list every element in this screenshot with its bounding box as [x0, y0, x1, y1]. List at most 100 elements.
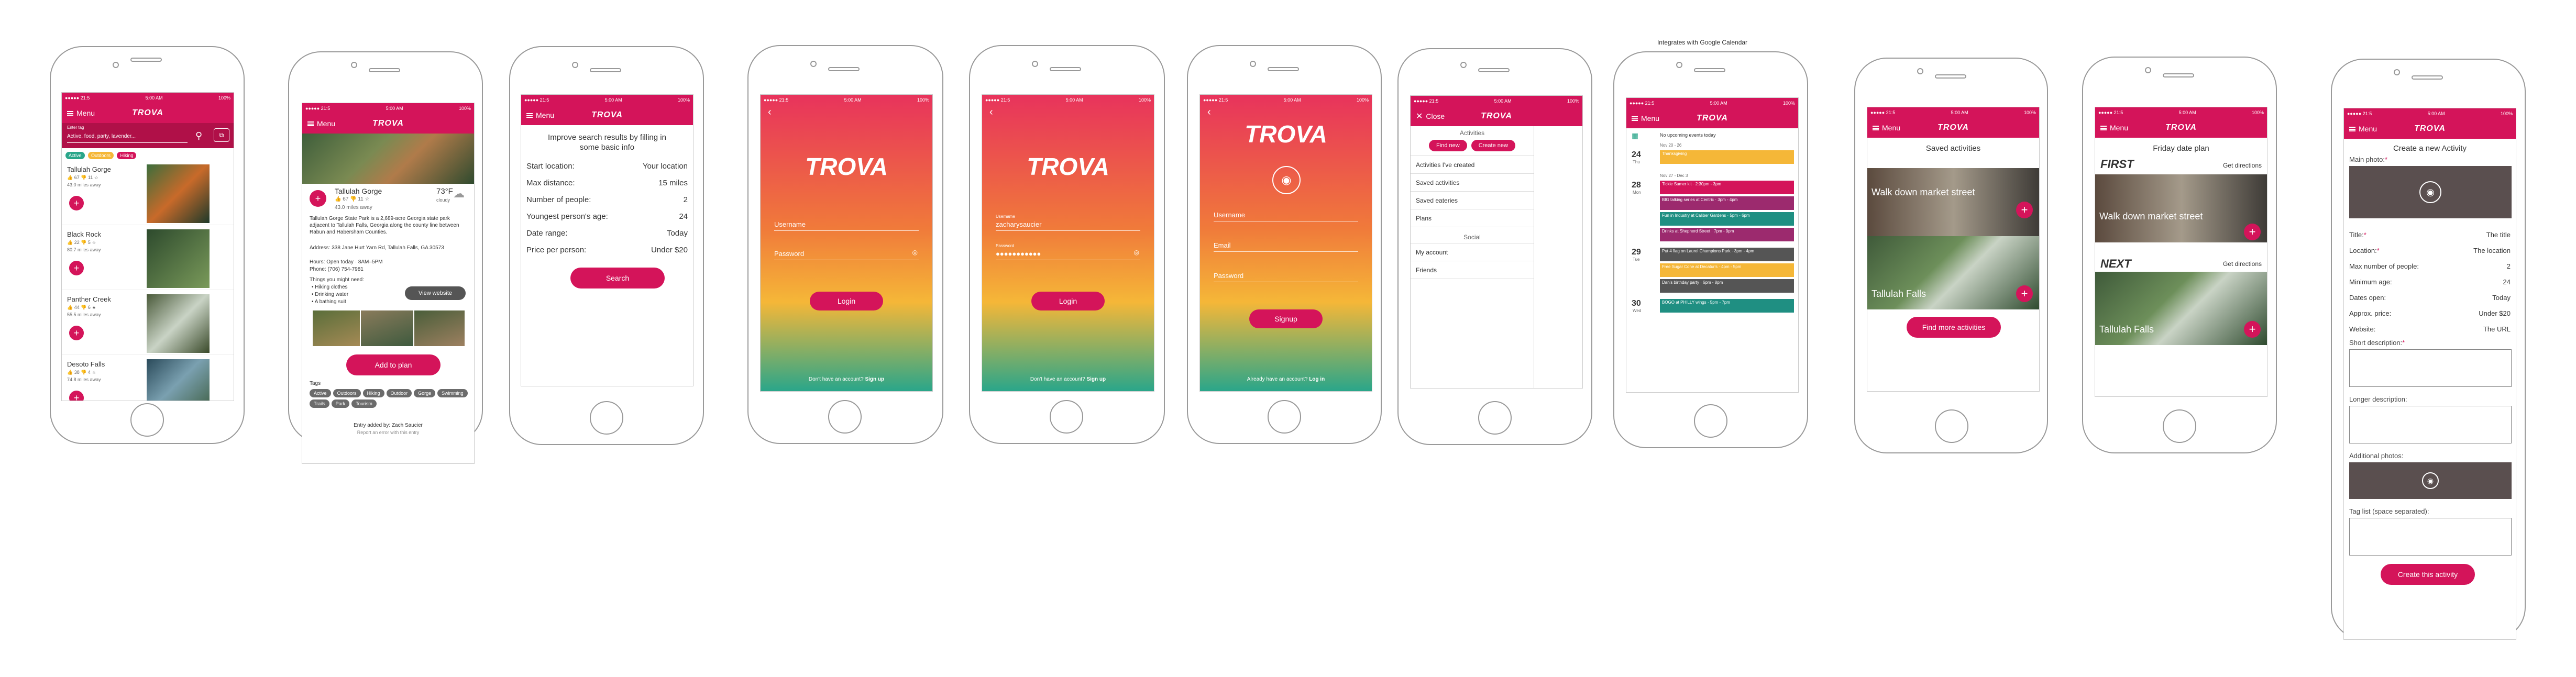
view-website-button[interactable]: View website — [405, 286, 466, 300]
activity-card[interactable]: Walk down market street — [2095, 174, 2267, 242]
calendar-event[interactable]: Dan's birthday party · 6pm - 8pm — [1660, 279, 1794, 293]
password-field[interactable]: ●●●●●●●●●●● — [996, 250, 1140, 260]
tag-chip[interactable]: Active — [310, 389, 331, 397]
create-new-button[interactable]: Create new — [1471, 140, 1515, 151]
menu-button[interactable]: Menu — [1632, 114, 1659, 123]
list-item[interactable]: Panther Creek 👍 44 👎 6 ★ 55.5 miles away… — [62, 292, 234, 355]
add-plus-button[interactable]: + — [69, 196, 84, 210]
tag-list-input[interactable] — [2349, 518, 2512, 556]
username-field[interactable]: Username — [1214, 211, 1358, 221]
tag-chip[interactable]: Swimming — [437, 389, 468, 397]
login-link[interactable]: Log in — [1309, 376, 1325, 382]
add-plus-button[interactable]: + — [2244, 321, 2261, 338]
add-plus-button[interactable]: + — [2244, 224, 2261, 240]
chip-active[interactable]: Active — [65, 152, 85, 159]
field-row[interactable]: Dates open: Today — [2344, 290, 2516, 305]
chip-hiking[interactable]: Hiking — [117, 152, 137, 159]
calendar-event[interactable]: Fun in Industry at Caliber Gardens · 5pm… — [1660, 212, 1794, 226]
field-row[interactable]: Location:* The location — [2344, 242, 2516, 258]
longer-description-input[interactable] — [2349, 406, 2512, 443]
field-row[interactable]: Max number of people: 2 — [2344, 258, 2516, 274]
report-link[interactable]: Report an error with this entry — [302, 430, 474, 435]
add-plus-button[interactable]: + — [69, 391, 84, 401]
menu-item-friends[interactable]: Friends — [1411, 261, 1534, 279]
close-button[interactable]: ✕ Close — [1416, 111, 1445, 121]
field-row[interactable]: Approx. price: Under $20 — [2344, 305, 2516, 321]
add-to-plan-button[interactable]: Add to plan — [346, 354, 441, 375]
signup-link[interactable]: Sign up — [1086, 376, 1106, 382]
chip-outdoors[interactable]: Outdoors — [87, 152, 114, 159]
additional-photos-upload[interactable]: ◉ — [2349, 462, 2512, 499]
menu-item-account[interactable]: My account — [1411, 243, 1534, 261]
preference-row[interactable]: Number of people: 2 — [521, 191, 693, 208]
menu-button[interactable]: Menu — [1873, 124, 1900, 132]
menu-item-saved-eateries[interactable]: Saved eateries — [1411, 192, 1534, 209]
field-row[interactable]: Minimum age: 24 — [2344, 274, 2516, 290]
add-plus-button[interactable]: + — [69, 326, 84, 340]
filter-icon[interactable]: ⧉ — [214, 128, 229, 142]
list-item[interactable]: Desoto Falls 👍 38 👎 4 ☆ 74.8 miles away … — [62, 357, 234, 401]
tag-chip[interactable]: Outdoor — [386, 389, 412, 397]
tag-chip[interactable]: Tourism — [351, 399, 377, 408]
calendar-event[interactable]: Free Sugar Cone at Decatur's · 4pm - 5pm — [1660, 263, 1794, 277]
find-more-button[interactable]: Find more activities — [1907, 317, 2001, 338]
calendar-event[interactable]: Drinks at Shepherd Street · 7pm - 9pm — [1660, 228, 1794, 241]
menu-button[interactable]: Menu — [307, 119, 335, 128]
list-item[interactable]: Black Rock 👍 22 👎 5 ☆ 80.7 miles away + — [62, 227, 234, 290]
back-arrow-icon[interactable]: ‹ — [989, 106, 993, 118]
field-row[interactable]: Website: The URL — [2344, 321, 2516, 337]
username-field[interactable]: zacharysaucier — [996, 220, 1140, 231]
signup-button[interactable]: Signup — [1249, 309, 1323, 328]
list-item[interactable]: Tallulah Gorge 👍 67 👎 11 ☆ 43.0 miles aw… — [62, 162, 234, 225]
preference-row[interactable]: Price per person: Under $20 — [521, 241, 693, 258]
login-button[interactable]: Login — [1031, 292, 1105, 310]
email-field[interactable]: Email — [1214, 241, 1358, 252]
calendar-event[interactable]: Thanksgiving — [1660, 150, 1794, 164]
create-activity-button[interactable]: Create this activity — [2381, 564, 2475, 585]
tag-chip[interactable]: Trails — [310, 399, 329, 408]
search-input[interactable]: Active, food, party, lavender... — [67, 131, 188, 143]
activity-card[interactable]: Walk down market street — [1867, 168, 2039, 236]
main-photo-upload[interactable]: ◉ — [2349, 166, 2512, 218]
tag-chip[interactable]: Gorge — [414, 389, 436, 397]
preference-row[interactable]: Start location: Your location — [521, 158, 693, 174]
search-button[interactable]: Search — [570, 268, 665, 288]
calendar-event[interactable]: BOGO at PHILLY wings · 5pm - 7pm — [1660, 299, 1794, 313]
activity-card[interactable]: Tallulah Falls — [2095, 272, 2267, 345]
menu-item-created[interactable]: Activities I've created — [1411, 156, 1534, 174]
login-button[interactable]: Login — [810, 292, 883, 310]
calendar-event[interactable]: Tickle Sumer kit · 2:30pm - 3pm — [1660, 181, 1794, 194]
activity-card[interactable]: Tallulah Falls — [1867, 236, 2039, 309]
add-photo-button[interactable]: ◉ — [1272, 166, 1301, 194]
menu-button[interactable]: Menu — [526, 111, 554, 119]
password-field[interactable]: Password — [774, 250, 919, 260]
directions-link[interactable]: Get directions — [2223, 162, 2262, 169]
preference-row[interactable]: Youngest person's age: 24 — [521, 208, 693, 225]
menu-item-plans[interactable]: Plans — [1411, 209, 1534, 227]
preference-row[interactable]: Date range: Today — [521, 225, 693, 241]
menu-item-saved-activities[interactable]: Saved activities — [1411, 174, 1534, 192]
eye-icon[interactable]: ◎ — [1134, 249, 1139, 256]
tag-chip[interactable]: Hiking — [362, 389, 384, 397]
add-plus-button[interactable]: + — [69, 261, 84, 275]
menu-button[interactable]: Menu — [2100, 124, 2128, 132]
eye-icon[interactable]: ◎ — [912, 249, 918, 256]
tag-chip[interactable]: Outdoors — [333, 389, 361, 397]
back-arrow-icon[interactable]: ‹ — [1207, 106, 1211, 118]
back-arrow-icon[interactable]: ‹ — [768, 106, 772, 118]
menu-button[interactable]: Menu — [2349, 125, 2377, 133]
search-icon[interactable]: ⚲ — [195, 130, 202, 141]
password-field[interactable]: Password — [1214, 272, 1358, 282]
calendar-event[interactable]: BIG talking series at Centric · 3pm - 4p… — [1660, 196, 1794, 210]
find-new-button[interactable]: Find new — [1429, 140, 1467, 151]
tag-chip[interactable]: Park — [331, 399, 350, 408]
add-plus-button[interactable]: + — [2016, 202, 2033, 218]
add-plus-button[interactable]: + — [2016, 285, 2033, 302]
short-description-input[interactable] — [2349, 349, 2512, 387]
add-plus-button[interactable]: + — [310, 190, 326, 207]
preference-row[interactable]: Max distance: 15 miles — [521, 174, 693, 191]
signup-link[interactable]: Sign up — [865, 376, 884, 382]
directions-link[interactable]: Get directions — [2223, 260, 2262, 268]
menu-button[interactable]: Menu — [67, 109, 95, 117]
username-field[interactable]: Username — [774, 220, 919, 231]
